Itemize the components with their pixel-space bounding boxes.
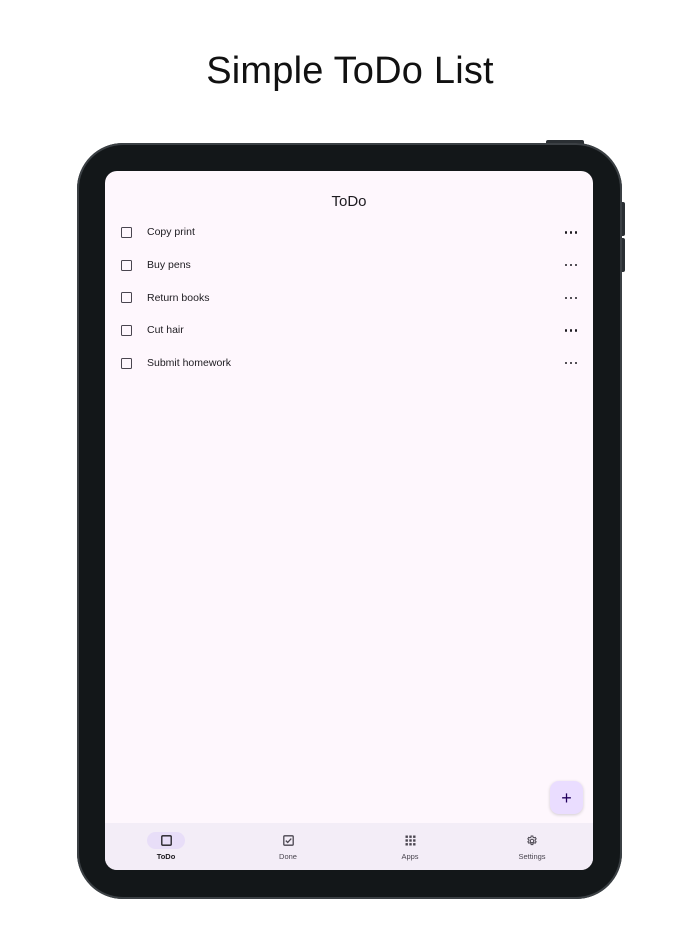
todo-item[interactable]: Buy pens — [105, 249, 593, 282]
todo-item[interactable]: Submit homework — [105, 347, 593, 380]
more-options-icon[interactable] — [565, 292, 577, 304]
nav-item-apps[interactable]: Apps — [349, 823, 471, 870]
more-options-icon[interactable] — [565, 357, 577, 369]
todo-checkbox[interactable] — [121, 259, 132, 271]
more-options-icon[interactable] — [565, 226, 577, 238]
nav-item-done[interactable]: Done — [227, 823, 349, 870]
todo-label: Buy pens — [147, 259, 191, 272]
todo-list: Copy print Buy pens Return books Cut hai… — [105, 216, 593, 379]
todo-label: Copy print — [147, 226, 195, 239]
todo-checkbox[interactable] — [121, 292, 132, 304]
nav-label: Apps — [401, 852, 419, 861]
checkbox-checked-icon — [282, 835, 294, 846]
nav-label: Settings — [518, 852, 546, 861]
todo-label: Submit homework — [147, 357, 232, 370]
app-bar-title: ToDo — [331, 193, 367, 210]
bottom-navigation-bar: ToDo Done Apps Settings — [105, 823, 593, 870]
more-options-icon[interactable] — [565, 259, 577, 271]
more-options-icon[interactable] — [565, 324, 577, 336]
plus-icon: + — [561, 787, 572, 808]
nav-item-settings[interactable]: Settings — [471, 823, 593, 870]
todo-checkbox[interactable] — [121, 226, 132, 238]
nav-label: ToDo — [156, 852, 176, 861]
nav-active-indicator — [147, 832, 185, 849]
todo-checkbox[interactable] — [121, 324, 132, 336]
apps-grid-icon — [405, 835, 415, 846]
gear-icon — [527, 835, 537, 845]
todo-label: Cut hair — [147, 324, 184, 337]
todo-checkbox[interactable] — [121, 357, 132, 369]
todo-item[interactable]: Cut hair — [105, 314, 593, 347]
app-screen: ToDo Copy print Buy pens Return books Cu… — [105, 171, 593, 870]
todo-item[interactable]: Copy print — [105, 216, 593, 249]
checkbox-blank-icon — [160, 835, 172, 846]
promo-title: Simple ToDo List — [206, 50, 494, 92]
nav-item-todo[interactable]: ToDo — [105, 823, 227, 870]
add-todo-button[interactable]: + — [550, 781, 583, 814]
todo-label: Return books — [147, 291, 210, 304]
todo-item[interactable]: Return books — [105, 281, 593, 314]
nav-label: Done — [279, 852, 297, 861]
